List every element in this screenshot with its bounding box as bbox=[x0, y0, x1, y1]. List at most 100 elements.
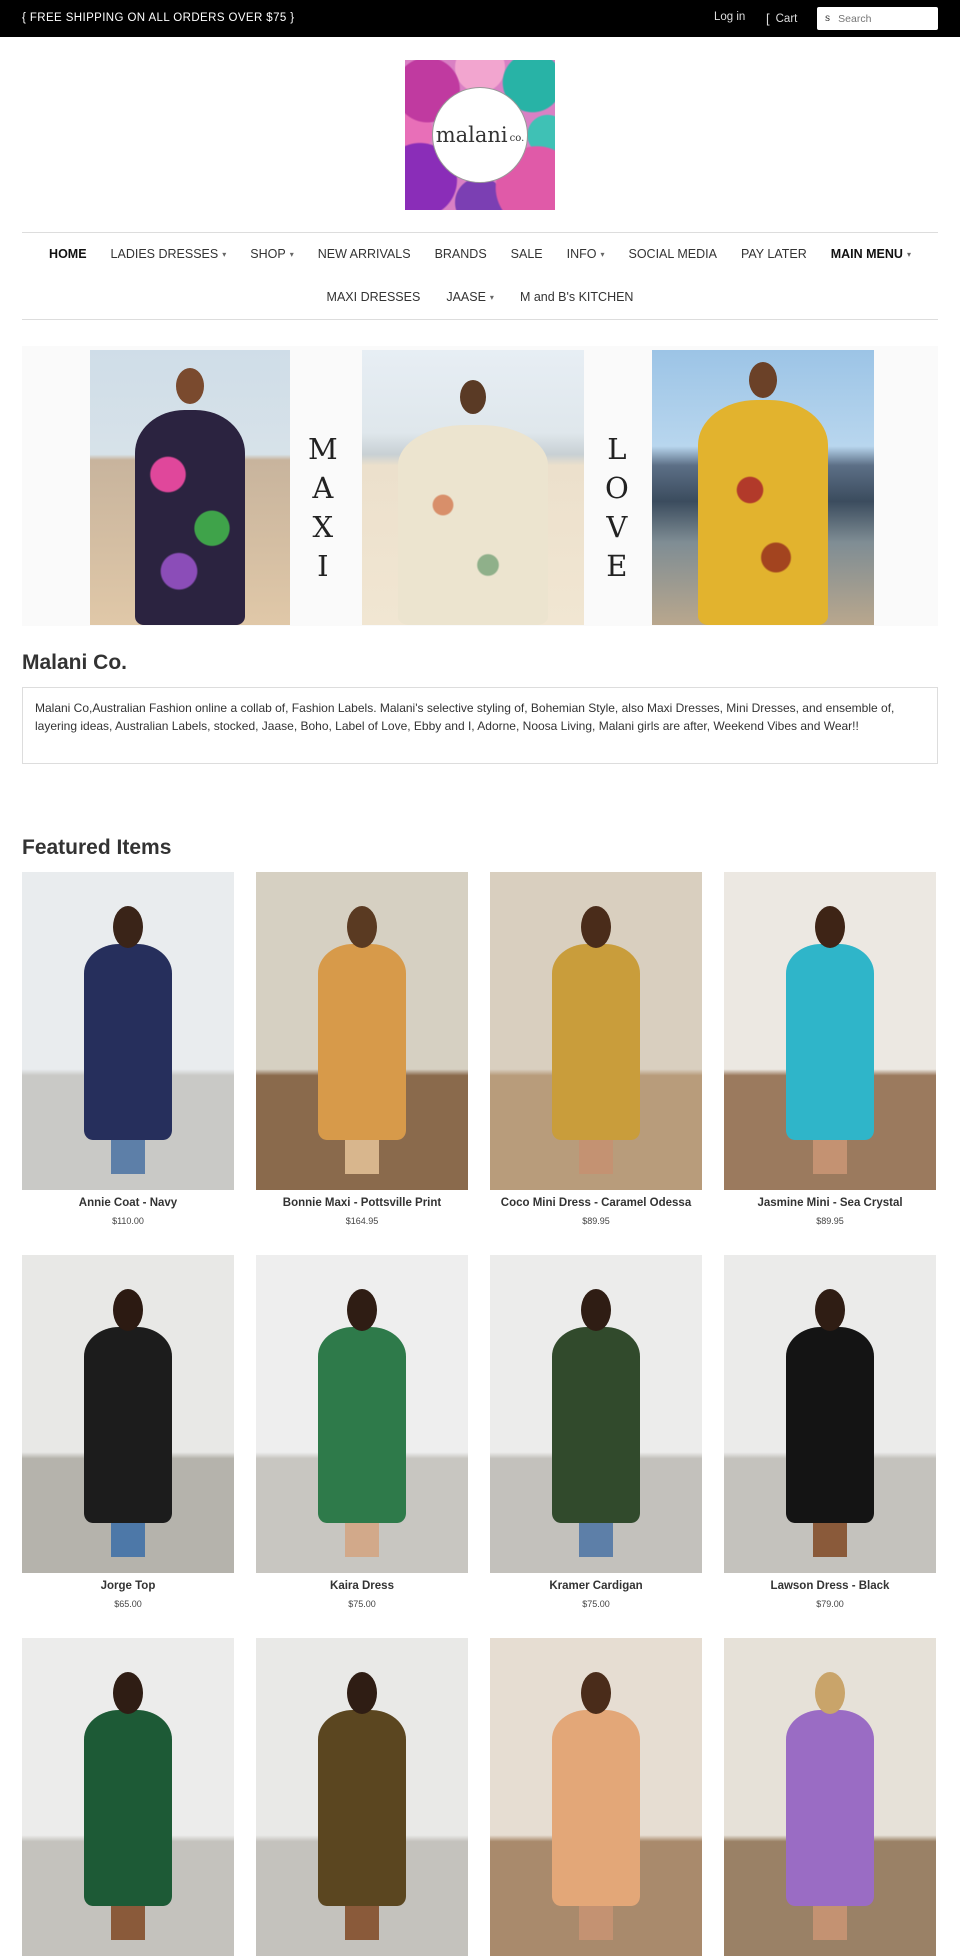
cart-link[interactable]: [ Cart bbox=[766, 11, 797, 26]
nav-item-label: JAASE bbox=[446, 290, 486, 304]
model-head bbox=[347, 906, 377, 948]
nav-item-maxi-dresses[interactable]: MAXI DRESSES bbox=[327, 290, 421, 304]
model-head bbox=[749, 362, 777, 398]
free-shipping-notice: { FREE SHIPPING ON ALL ORDERS OVER $75 } bbox=[22, 12, 295, 24]
nav-item-label: SALE bbox=[510, 247, 543, 261]
login-link[interactable]: Log in bbox=[714, 11, 745, 23]
product-image[interactable] bbox=[490, 1638, 702, 1956]
product-image[interactable] bbox=[22, 1638, 234, 1956]
model-head bbox=[460, 380, 486, 414]
model-head bbox=[176, 368, 204, 404]
model-head bbox=[815, 1672, 845, 1714]
product-name[interactable]: Annie Coat - Navy bbox=[22, 1197, 234, 1209]
product-image[interactable] bbox=[256, 1255, 468, 1573]
cart-icon: [ bbox=[766, 11, 770, 26]
nav-item-label: HOME bbox=[49, 247, 87, 261]
product-name[interactable]: Kramer Cardigan bbox=[490, 1580, 702, 1592]
banner-word-maxi: MAXI bbox=[308, 430, 338, 586]
product-image[interactable] bbox=[490, 1255, 702, 1573]
nav-item-label: INFO bbox=[566, 247, 597, 261]
model-garment bbox=[552, 1710, 640, 1906]
nav-item-social-media[interactable]: SOCIAL MEDIA bbox=[629, 247, 717, 261]
announcement-bar: { FREE SHIPPING ON ALL ORDERS OVER $75 }… bbox=[0, 0, 960, 37]
nav-item-pay-later[interactable]: PAY LATER bbox=[741, 247, 807, 261]
model-garment bbox=[318, 1327, 406, 1523]
search-icon[interactable]: s bbox=[825, 13, 830, 24]
banner-letter: E bbox=[606, 549, 628, 583]
featured-items-heading: Featured Items bbox=[22, 836, 172, 859]
model-head bbox=[581, 1289, 611, 1331]
product-image[interactable] bbox=[724, 872, 936, 1190]
logo-suffix: co. bbox=[509, 132, 525, 144]
model-head bbox=[347, 1289, 377, 1331]
nav-item-label: BRANDS bbox=[434, 247, 487, 261]
model-dress bbox=[698, 400, 828, 625]
nav-item-jaase[interactable]: JAASE ▾ bbox=[446, 290, 494, 304]
model-head bbox=[815, 1289, 845, 1331]
model-garment bbox=[786, 944, 874, 1140]
chevron-down-icon: ▾ bbox=[906, 249, 911, 259]
product-name[interactable]: Bonnie Maxi - Pottsville Print bbox=[256, 1197, 468, 1209]
product-name[interactable]: Kaira Dress bbox=[256, 1580, 468, 1592]
model-head bbox=[815, 906, 845, 948]
product-image[interactable] bbox=[490, 872, 702, 1190]
chevron-down-icon: ▾ bbox=[489, 292, 494, 302]
nav-item-home[interactable]: HOME bbox=[49, 247, 87, 261]
model-garment bbox=[786, 1327, 874, 1523]
product-price: $89.95 bbox=[816, 1216, 844, 1226]
nav-row-primary: HOME LADIES DRESSES ▾ SHOP ▾ NEW ARRIVALS BRAN… bbox=[22, 247, 938, 261]
search-input[interactable] bbox=[838, 12, 929, 25]
nav-item-m-and-b-s-kitchen[interactable]: M and B's KITCHEN bbox=[520, 290, 634, 304]
banner-letter: X bbox=[312, 510, 334, 544]
nav-item-ladies-dresses[interactable]: LADIES DRESSES ▾ bbox=[111, 247, 227, 261]
product-name[interactable]: Jasmine Mini - Sea Crystal bbox=[724, 1197, 936, 1209]
nav-row-secondary: MAXI DRESSES JAASE ▾ M and B's KITCHEN bbox=[22, 290, 938, 304]
store-logo[interactable]: malani co. bbox=[405, 60, 555, 210]
nav-item-label: SOCIAL MEDIA bbox=[628, 247, 717, 261]
product-image[interactable] bbox=[256, 872, 468, 1190]
banner-letter: M bbox=[308, 432, 338, 466]
banner-letter: V bbox=[606, 510, 628, 544]
product-image[interactable] bbox=[724, 1255, 936, 1573]
banner-photo-yellow-maxi bbox=[652, 350, 874, 625]
model-garment bbox=[318, 944, 406, 1140]
nav-item-sale[interactable]: SALE bbox=[511, 247, 543, 261]
product-name[interactable]: Coco Mini Dress - Caramel Odessa bbox=[490, 1197, 702, 1209]
product-price: $79.00 bbox=[816, 1599, 844, 1609]
product-image[interactable] bbox=[256, 1638, 468, 1956]
logo-wordmark: malani bbox=[435, 123, 508, 147]
nav-item-info[interactable]: INFO ▾ bbox=[567, 247, 605, 261]
product-name[interactable]: Lawson Dress - Black bbox=[724, 1580, 936, 1592]
model-head bbox=[347, 1672, 377, 1714]
banner-letter: I bbox=[317, 549, 329, 583]
model-head bbox=[581, 1672, 611, 1714]
banner-letter: L bbox=[607, 432, 627, 466]
product-image[interactable] bbox=[724, 1638, 936, 1956]
chevron-down-icon: ▾ bbox=[289, 249, 294, 259]
product-image[interactable] bbox=[22, 872, 234, 1190]
cart-label: Cart bbox=[775, 12, 798, 25]
nav-item-main-menu[interactable]: MAIN MENU ▾ bbox=[831, 247, 911, 261]
nav-item-label: LADIES DRESSES bbox=[110, 247, 219, 261]
banner-photo-floral-maxi bbox=[90, 350, 290, 625]
search-box[interactable]: s bbox=[817, 7, 938, 30]
nav-item-shop[interactable]: SHOP ▾ bbox=[250, 247, 293, 261]
model-garment bbox=[786, 1710, 874, 1906]
product-image[interactable] bbox=[22, 1255, 234, 1573]
nav-item-label: NEW ARRIVALS bbox=[317, 247, 411, 261]
nav-item-new-arrivals[interactable]: NEW ARRIVALS bbox=[318, 247, 411, 261]
nav-item-label: M and B's KITCHEN bbox=[519, 290, 634, 304]
chevron-down-icon: ▾ bbox=[222, 249, 227, 259]
hero-banner[interactable]: MAXI LOVE bbox=[22, 346, 938, 626]
banner-letter: O bbox=[605, 471, 629, 505]
model-head bbox=[113, 906, 143, 948]
model-dress bbox=[135, 410, 245, 625]
nav-item-label: SHOP bbox=[250, 247, 286, 261]
product-price: $164.95 bbox=[345, 1216, 379, 1226]
model-garment bbox=[84, 1710, 172, 1906]
model-head bbox=[113, 1672, 143, 1714]
model-garment bbox=[84, 944, 172, 1140]
product-name[interactable]: Jorge Top bbox=[22, 1580, 234, 1592]
nav-item-brands[interactable]: BRANDS bbox=[435, 247, 487, 261]
banner-letter: A bbox=[312, 471, 334, 505]
